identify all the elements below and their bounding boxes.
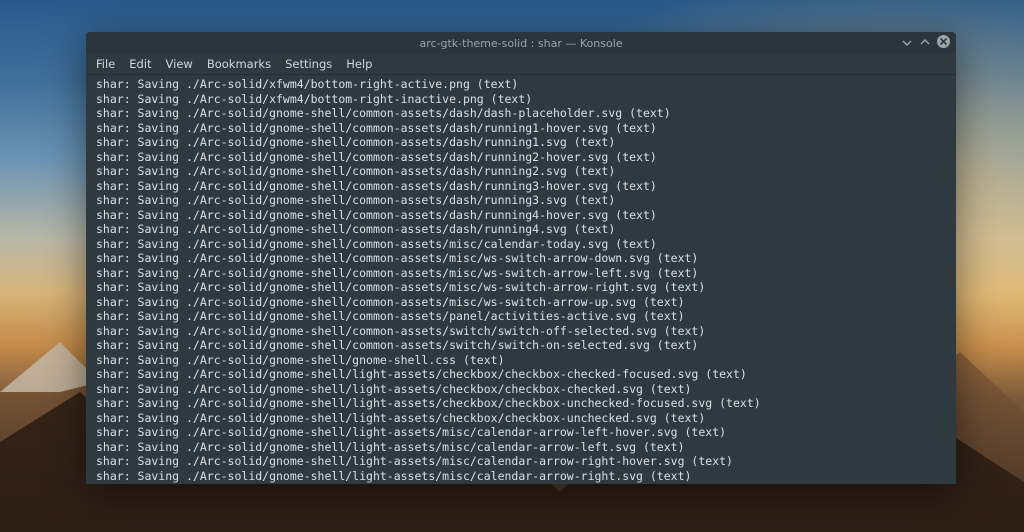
window-controls bbox=[901, 35, 950, 48]
close-button[interactable] bbox=[937, 35, 950, 48]
menubar: File Edit View Bookmarks Settings Help bbox=[86, 54, 956, 75]
menu-edit[interactable]: Edit bbox=[129, 57, 151, 71]
minimize-button[interactable] bbox=[901, 36, 913, 48]
menu-bookmarks[interactable]: Bookmarks bbox=[207, 57, 271, 71]
window-titlebar[interactable]: arc-gtk-theme-solid : shar — Konsole bbox=[86, 32, 956, 54]
menu-view[interactable]: View bbox=[166, 57, 193, 71]
terminal-output[interactable]: shar: Saving ./Arc-solid/xfwm4/bottom-ri… bbox=[86, 75, 956, 484]
menu-file[interactable]: File bbox=[96, 57, 115, 71]
menu-help[interactable]: Help bbox=[346, 57, 372, 71]
menu-settings[interactable]: Settings bbox=[285, 57, 332, 71]
maximize-button[interactable] bbox=[919, 36, 931, 48]
window-title: arc-gtk-theme-solid : shar — Konsole bbox=[419, 37, 622, 50]
konsole-window: arc-gtk-theme-solid : shar — Konsole Fil… bbox=[86, 32, 956, 484]
desktop-wallpaper: arc-gtk-theme-solid : shar — Konsole Fil… bbox=[0, 0, 1024, 532]
